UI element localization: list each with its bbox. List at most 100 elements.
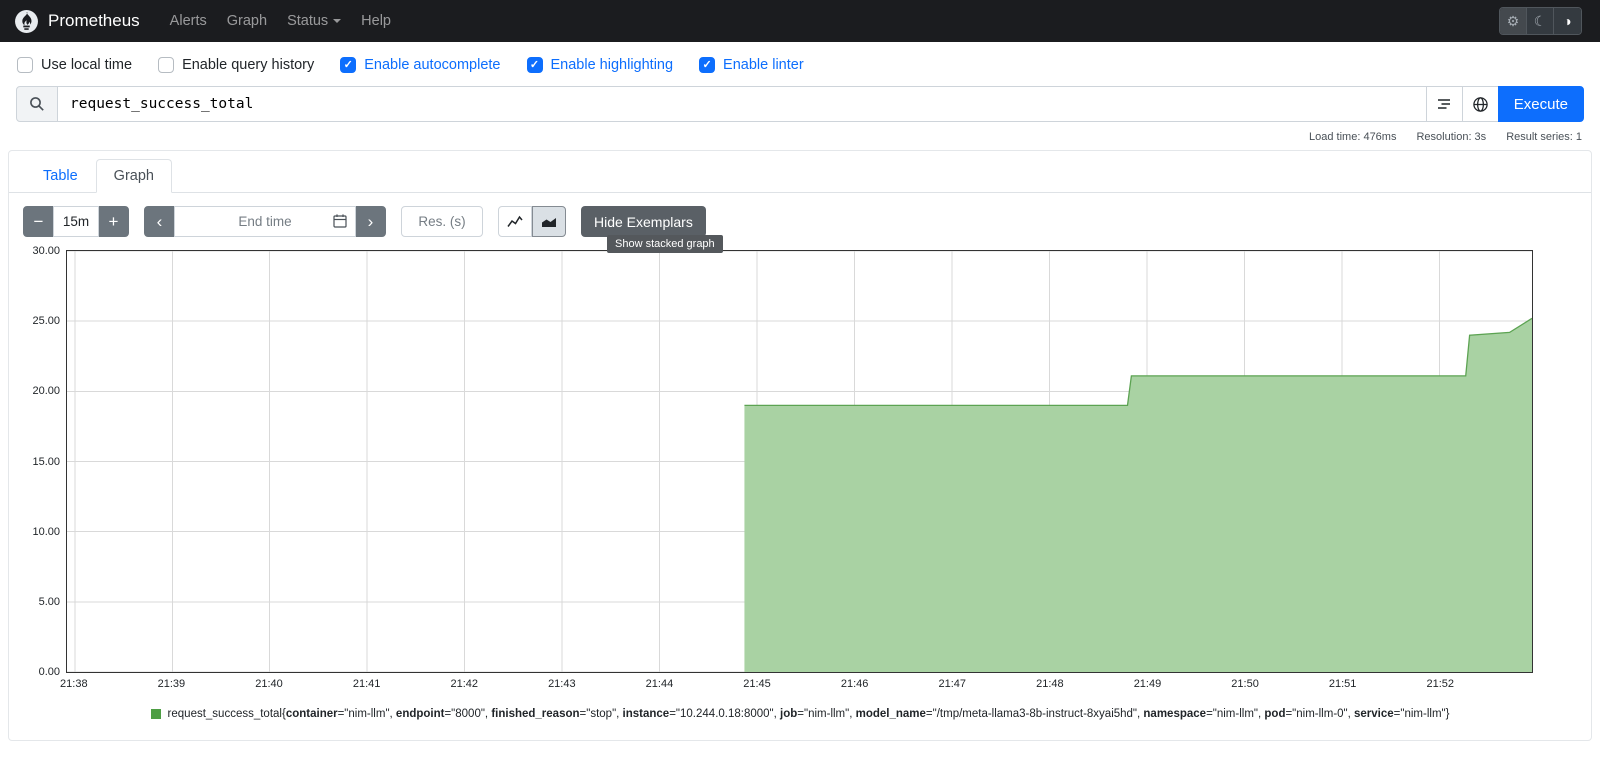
globe-icon — [1472, 96, 1489, 113]
search-addon — [16, 86, 58, 122]
dark-theme-button[interactable]: ☾ — [1527, 8, 1554, 34]
legend-text: request_success_total{container="nim-llm… — [168, 708, 1450, 720]
checkbox-box[interactable] — [340, 57, 356, 73]
y-tick-label: 5.00 — [39, 596, 60, 608]
resolution-input[interactable] — [401, 206, 483, 237]
increase-range-button[interactable]: + — [98, 206, 129, 237]
settings-button[interactable]: ⚙ — [1500, 8, 1527, 34]
x-tick-label: 21:48 — [1036, 678, 1064, 690]
stacked-graph-tooltip: Show stacked graph — [607, 235, 723, 253]
x-axis-labels: 21:3821:3921:4021:4121:4221:4321:4421:45… — [66, 673, 1533, 695]
nav-link-graph[interactable]: Graph — [217, 7, 277, 35]
nav-link-status[interactable]: Status — [277, 7, 351, 35]
end-time-group: ‹ › — [144, 206, 386, 237]
tree-view-icon — [1436, 96, 1452, 112]
checkbox-label: Enable linter — [723, 57, 804, 73]
end-time-forward-button[interactable]: › — [355, 206, 386, 237]
tab-table[interactable]: Table — [25, 159, 96, 193]
line-graph-icon — [507, 214, 523, 230]
y-tick-label: 0.00 — [39, 666, 60, 678]
x-tick-label: 21:52 — [1427, 678, 1455, 690]
theme-auto-icon: ◑ — [1563, 13, 1571, 29]
execute-button[interactable]: Execute — [1498, 86, 1584, 122]
x-tick-label: 21:44 — [646, 678, 674, 690]
auto-theme-button[interactable]: ◑ — [1554, 8, 1581, 34]
checkbox-box[interactable] — [699, 57, 715, 73]
gear-icon: ⚙ — [1507, 13, 1520, 30]
query-bar: Execute — [0, 84, 1600, 122]
y-tick-label: 25.00 — [32, 315, 60, 327]
checkbox-label: Enable highlighting — [551, 57, 674, 73]
checkbox-label: Enable query history — [182, 57, 314, 73]
graph-controls: − + ‹ › — [9, 193, 1591, 247]
x-tick-label: 21:39 — [158, 678, 186, 690]
theme-button-group: ⚙ ☾ ◑ — [1499, 7, 1582, 35]
x-tick-label: 21:38 — [60, 678, 88, 690]
y-tick-label: 15.00 — [32, 456, 60, 468]
checkbox-box[interactable] — [17, 57, 33, 73]
prometheus-logo-icon — [14, 9, 39, 34]
result-series: Result series: 1 — [1506, 131, 1582, 143]
checkbox-box[interactable] — [158, 57, 174, 73]
checkbox-label: Use local time — [41, 57, 132, 73]
x-tick-label: 21:51 — [1329, 678, 1357, 690]
legend-swatch — [151, 709, 161, 719]
brand[interactable]: Prometheus — [14, 9, 140, 34]
checkbox-enable-highlighting[interactable]: Enable highlighting — [527, 57, 674, 73]
options-row: Use local time Enable query history Enab… — [0, 42, 1600, 84]
x-tick-label: 21:43 — [548, 678, 576, 690]
graph-type-group — [498, 206, 566, 237]
checkbox-label: Enable autocomplete — [364, 57, 500, 73]
chevron-right-icon: › — [368, 212, 374, 232]
y-tick-label: 30.00 — [32, 245, 60, 257]
decrease-range-button[interactable]: − — [23, 206, 54, 237]
x-tick-label: 21:46 — [841, 678, 869, 690]
chevron-left-icon: ‹ — [157, 212, 163, 232]
y-axis-labels: 0.005.0010.0015.0020.0025.0030.00 — [21, 251, 63, 672]
tab-bar: Table Graph — [9, 151, 1591, 193]
x-tick-label: 21:41 — [353, 678, 381, 690]
x-tick-label: 21:47 — [938, 678, 966, 690]
hide-exemplars-button[interactable]: Hide Exemplars — [581, 206, 706, 237]
range-group: − + — [23, 206, 129, 237]
checkbox-enable-linter[interactable]: Enable linter — [699, 57, 804, 73]
x-tick-label: 21:49 — [1134, 678, 1162, 690]
checkbox-use-local-time[interactable]: Use local time — [17, 57, 132, 73]
legend-row[interactable]: request_success_total{container="nim-llm… — [9, 695, 1591, 740]
panel: Table Graph − + ‹ › — [8, 150, 1592, 741]
checkbox-box[interactable] — [527, 57, 543, 73]
resolution: Resolution: 3s — [1416, 131, 1486, 143]
x-tick-label: 21:50 — [1231, 678, 1259, 690]
x-tick-label: 21:40 — [255, 678, 283, 690]
end-time-input[interactable] — [174, 206, 356, 237]
chart-plot-area[interactable]: 0.005.0010.0015.0020.0025.0030.00 — [66, 250, 1533, 673]
query-stats: Load time: 476ms Resolution: 3s Result s… — [0, 122, 1600, 145]
chart-svg — [67, 251, 1532, 672]
brand-title: Prometheus — [48, 11, 140, 31]
calendar-icon[interactable] — [332, 213, 348, 229]
end-time-back-button[interactable]: ‹ — [144, 206, 175, 237]
line-graph-button[interactable] — [498, 206, 532, 237]
query-input[interactable] — [57, 86, 1427, 122]
moon-icon: ☾ — [1534, 13, 1547, 30]
status-caret-icon — [333, 19, 341, 23]
metrics-explorer-button[interactable] — [1462, 86, 1499, 122]
stacked-graph-button[interactable] — [532, 206, 566, 237]
tree-view-button[interactable] — [1426, 86, 1463, 122]
load-time: Load time: 476ms — [1309, 131, 1396, 143]
x-tick-label: 21:45 — [743, 678, 771, 690]
x-tick-label: 21:42 — [450, 678, 478, 690]
nav-link-help[interactable]: Help — [351, 7, 401, 35]
tab-graph[interactable]: Graph — [96, 159, 172, 193]
chart-wrap: 0.005.0010.0015.0020.0025.0030.00 21:382… — [9, 247, 1591, 695]
checkbox-enable-autocomplete[interactable]: Enable autocomplete — [340, 57, 500, 73]
navbar: Prometheus Alerts Graph Status Help ⚙ ☾ … — [0, 0, 1600, 42]
y-tick-label: 10.00 — [32, 526, 60, 538]
checkbox-enable-query-history[interactable]: Enable query history — [158, 57, 314, 73]
nav-links: Alerts Graph Status Help — [160, 7, 401, 35]
range-input[interactable] — [53, 206, 99, 237]
search-icon — [29, 96, 45, 112]
stacked-graph-icon — [541, 214, 557, 230]
nav-link-alerts[interactable]: Alerts — [160, 7, 217, 35]
y-tick-label: 20.00 — [32, 385, 60, 397]
